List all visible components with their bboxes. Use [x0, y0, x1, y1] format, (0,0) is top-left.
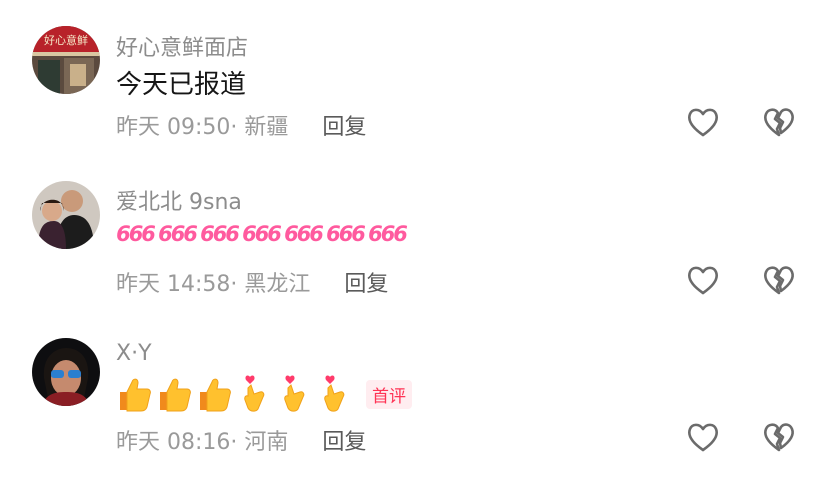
dislike-button[interactable] — [761, 262, 797, 298]
comment-meta: 昨天 14:58· 黑龙江 回复 — [116, 266, 388, 298]
thumbs-up-icon — [120, 378, 151, 412]
username[interactable]: 好心意鲜面店 — [116, 30, 248, 62]
broken-heart-icon — [764, 423, 794, 452]
username[interactable]: 爱北北 9sna — [116, 184, 242, 216]
heart-fingers-icon — [244, 375, 265, 412]
username[interactable]: X·Y — [116, 341, 152, 366]
avatar[interactable] — [32, 181, 100, 249]
emoji-666: 666 — [284, 222, 324, 246]
comment-meta: 昨天 09:50· 新疆 回复 — [116, 109, 366, 141]
comment-text: 今天已报道 — [116, 70, 247, 100]
time-location: 昨天 08:16· 河南 — [116, 430, 289, 455]
heart-outline-icon — [688, 423, 718, 452]
like-button[interactable] — [685, 262, 721, 298]
comment-meta: 昨天 08:16· 河南 回复 — [116, 424, 366, 456]
dislike-button[interactable] — [761, 419, 797, 455]
heart-fingers-icon — [284, 375, 305, 412]
emoji-666: 666 — [200, 222, 240, 246]
thumbs-up-icon — [200, 378, 231, 412]
emoji-666: 666 — [116, 222, 156, 246]
dislike-button[interactable] — [761, 104, 797, 140]
like-button[interactable] — [685, 104, 721, 140]
thumbs-up-icon — [160, 378, 191, 412]
emoji-666: 666 — [326, 222, 366, 246]
emoji-666: 666 — [368, 222, 408, 246]
broken-heart-icon — [764, 266, 794, 295]
avatar[interactable] — [32, 338, 100, 406]
broken-heart-icon — [764, 108, 794, 137]
like-button[interactable] — [685, 419, 721, 455]
reply-button[interactable]: 回复 — [344, 266, 388, 298]
emoji-666: 666 — [242, 222, 282, 246]
heart-fingers-icon — [324, 375, 345, 412]
comment-emoji-row: 首评 — [116, 374, 412, 414]
time-location: 昨天 14:58· 黑龙江 — [116, 272, 311, 297]
time-location: 昨天 09:50· 新疆 — [116, 115, 289, 140]
avatar[interactable]: 好心意鲜 — [32, 26, 100, 94]
reply-button[interactable]: 回复 — [322, 424, 366, 456]
first-comment-badge: 首评 — [366, 379, 412, 409]
emoji-666: 666 — [158, 222, 198, 246]
reply-button[interactable]: 回复 — [322, 109, 366, 141]
avatar-sign-text: 好心意鲜 — [44, 33, 88, 47]
heart-outline-icon — [688, 108, 718, 137]
heart-outline-icon — [688, 266, 718, 295]
comment-emoji-row: 666 666 666 666 666 666 666 — [116, 222, 408, 246]
